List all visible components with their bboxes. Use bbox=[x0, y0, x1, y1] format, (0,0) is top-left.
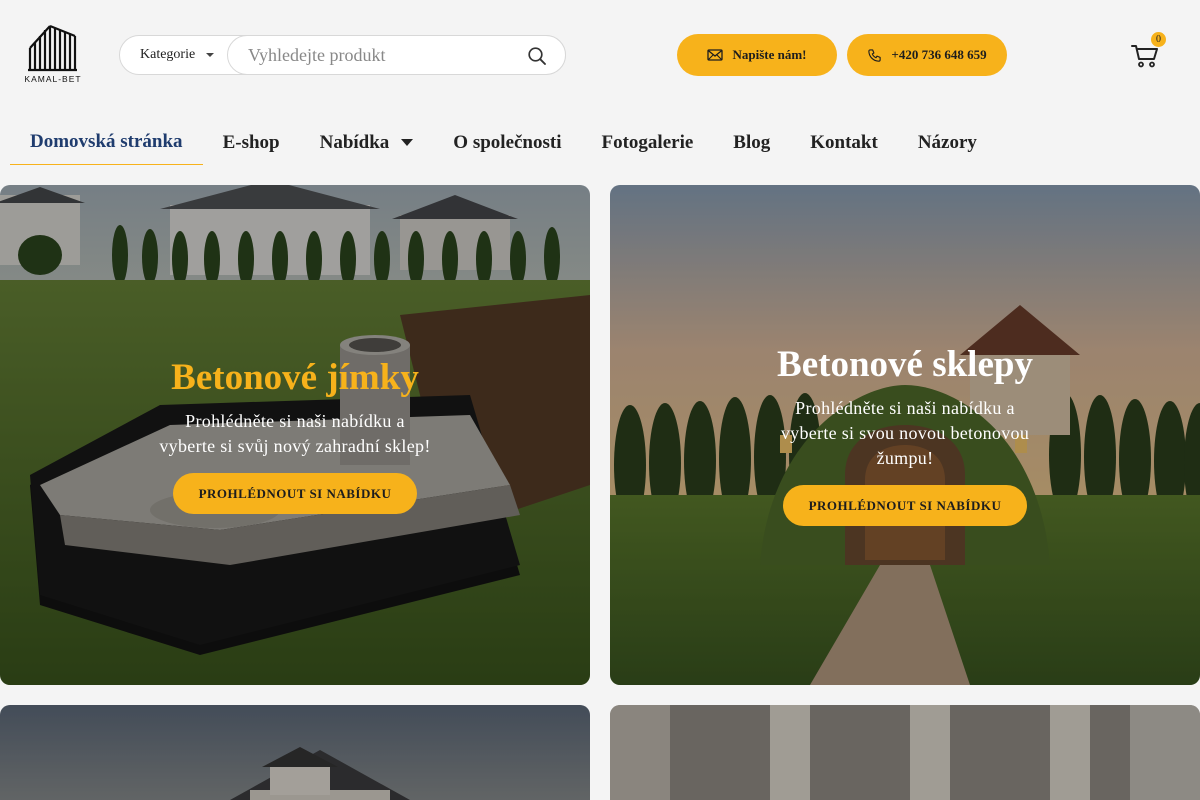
search-bar: Kategorie bbox=[119, 35, 566, 75]
logo-text: KAMAL-BET bbox=[24, 74, 82, 84]
phone-label: +420 736 648 659 bbox=[891, 47, 987, 62]
kamal-bet-logo[interactable]: KAMAL-BET bbox=[22, 24, 84, 88]
card-content: Betonové jímky Prohlédněte si naši nabíd… bbox=[0, 357, 590, 514]
product-card-4 bbox=[610, 705, 1200, 800]
nav-item-contact[interactable]: Kontakt bbox=[790, 120, 898, 165]
card-desc-line: vyberte si svou novou betonovou bbox=[780, 423, 1030, 443]
category-select[interactable]: Kategorie bbox=[120, 36, 228, 74]
cart-count-badge: 0 bbox=[1151, 32, 1166, 47]
main-nav: Domovská stránka E-shop Nabídka O společ… bbox=[10, 120, 997, 166]
phone-icon bbox=[868, 48, 882, 62]
search-icon[interactable] bbox=[527, 46, 547, 66]
write-us-label: Napište nám! bbox=[732, 47, 807, 62]
phone-button[interactable]: +420 736 648 659 bbox=[847, 34, 1007, 76]
nav-item-eshop[interactable]: E-shop bbox=[203, 120, 300, 165]
nav-item-blog[interactable]: Blog bbox=[713, 120, 790, 165]
card-desc-line: Prohlédněte si naši nabídku a bbox=[795, 398, 1015, 418]
card-title: Betonové sklepy bbox=[777, 344, 1033, 385]
card-description: Prohlédněte si naši nabídku a vyberte si… bbox=[610, 396, 1200, 471]
write-us-button[interactable]: Napište nám! bbox=[677, 34, 837, 76]
card-content: Betonové sklepy Prohlédněte si naši nabí… bbox=[610, 344, 1200, 526]
nav-item-label: Nabídka bbox=[319, 131, 390, 153]
nav-item-gallery[interactable]: Fotogalerie bbox=[582, 120, 714, 165]
chevron-down-icon bbox=[206, 53, 214, 57]
category-label: Kategorie bbox=[140, 47, 196, 62]
card-desc-line: vyberte si svůj nový zahradní sklep! bbox=[159, 436, 431, 456]
nav-item-home[interactable]: Domovská stránka bbox=[10, 120, 203, 165]
card-desc-line: Prohlédněte si naši nabídku a bbox=[185, 411, 405, 431]
card-title: Betonové jímky bbox=[171, 357, 419, 398]
card-desc-line: žumpu! bbox=[876, 448, 934, 468]
envelope-icon bbox=[707, 49, 724, 61]
site-header: KAMAL-BET Kategorie Napište nám! +420 73… bbox=[0, 0, 1200, 175]
product-card-3 bbox=[0, 705, 590, 800]
building-icon bbox=[28, 24, 77, 72]
card-description: Prohlédněte si naši nabídku a vyberte si… bbox=[0, 409, 590, 459]
product-card-tanks: Betonové jímky Prohlédněte si naši nabíd… bbox=[0, 185, 590, 685]
caret-down-icon[interactable] bbox=[401, 139, 414, 146]
search-input[interactable] bbox=[227, 35, 566, 75]
view-offer-button[interactable]: PROHLÉDNOUT SI NABÍDKU bbox=[783, 485, 1027, 526]
interior-photo bbox=[610, 705, 1200, 800]
nav-item-about[interactable]: O společnosti bbox=[433, 120, 581, 165]
nav-item-reviews[interactable]: Názory bbox=[898, 120, 997, 165]
nav-item-nabidka[interactable]: Nabídka bbox=[300, 120, 434, 165]
view-offer-button[interactable]: PROHLÉDNOUT SI NABÍDKU bbox=[173, 473, 417, 514]
house-photo bbox=[0, 705, 590, 800]
product-card-cellars: Betonové sklepy Prohlédněte si naši nabí… bbox=[610, 185, 1200, 685]
